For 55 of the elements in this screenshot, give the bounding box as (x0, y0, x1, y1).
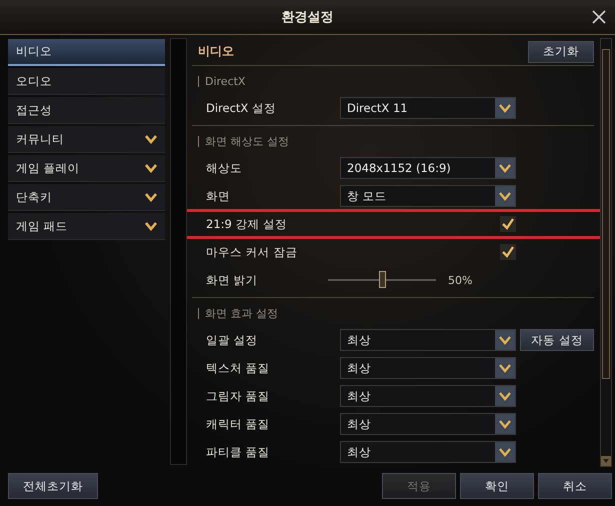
chevron-down-icon[interactable] (495, 414, 515, 434)
group-title: 화면 효과 설정 (205, 306, 278, 320)
setting-label: 파티클 품질 (206, 444, 271, 460)
chevron-down-icon (144, 163, 157, 173)
checkbox[interactable] (500, 244, 516, 260)
section-heading: 비디오 (197, 43, 234, 60)
group-title: DirectX (205, 74, 246, 88)
chevron-down-icon[interactable] (495, 98, 515, 118)
setting-label: 화면 밝기 (206, 272, 259, 288)
dropdown[interactable]: 최상 (340, 413, 516, 435)
chevron-down-icon (144, 221, 157, 231)
setting-label: 캐릭터 품질 (206, 416, 271, 432)
sidebar-item[interactable]: 게임 패드 (8, 213, 165, 240)
dropdown[interactable]: 최상 (340, 329, 516, 351)
scrollbar[interactable] (600, 38, 612, 467)
setting-label: 해상도 (206, 160, 243, 176)
reset-all-button[interactable]: 전체초기화 (8, 473, 98, 499)
close-icon[interactable] (591, 9, 607, 25)
chevron-down-icon (144, 192, 157, 202)
setting-label: 화면 (206, 188, 231, 204)
sidebar-item[interactable]: 접근성 (8, 97, 165, 124)
setting-label: 일괄 설정 (206, 332, 259, 348)
chevron-down-icon[interactable] (495, 442, 515, 462)
sidebar-item[interactable]: 커뮤니티 (8, 126, 165, 153)
chevron-down-icon[interactable] (495, 358, 515, 378)
dropdown[interactable]: 최상 (340, 441, 516, 463)
dropdown[interactable]: 최상 (340, 385, 516, 407)
window-title: 환경설정 (282, 9, 334, 26)
footer-button[interactable]: 취소 (538, 473, 612, 499)
scroll-down-icon[interactable] (601, 456, 611, 466)
chevron-down-icon[interactable] (495, 186, 515, 206)
dropdown[interactable]: 2048x1152 (16:9) (340, 157, 516, 179)
sidebar-item[interactable]: 비디오 (8, 39, 165, 66)
footer-button[interactable]: 확인 (460, 473, 534, 499)
slider-value: 50% (448, 274, 472, 286)
slider-thumb[interactable] (379, 271, 386, 288)
dropdown[interactable]: DirectX 11 (340, 97, 516, 119)
setting-label: 21:9 강제 설정 (206, 216, 288, 232)
auto-setting-button[interactable]: 자동 설정 (520, 329, 594, 351)
checkbox[interactable] (500, 216, 516, 232)
dropdown[interactable]: 최상 (340, 357, 516, 379)
sidebar-item[interactable]: 게임 플레이 (8, 155, 165, 182)
chevron-down-icon[interactable] (495, 386, 515, 406)
reset-button[interactable]: 초기화 (528, 40, 594, 62)
sidebar-item[interactable]: 오디오 (8, 68, 165, 95)
dropdown[interactable]: 창 모드 (340, 185, 516, 207)
setting-label: DirectX 설정 (206, 100, 277, 116)
setting-label: 그림자 품질 (206, 388, 271, 404)
setting-label: 텍스처 품질 (206, 360, 271, 376)
chevron-down-icon[interactable] (495, 330, 515, 350)
chevron-down-icon (144, 134, 157, 144)
chevron-down-icon[interactable] (495, 158, 515, 178)
setting-label: 마우스 커서 잠금 (206, 244, 298, 260)
sidebar-item[interactable]: 단축키 (8, 184, 165, 211)
group-title: 화면 해상도 설정 (205, 134, 289, 148)
